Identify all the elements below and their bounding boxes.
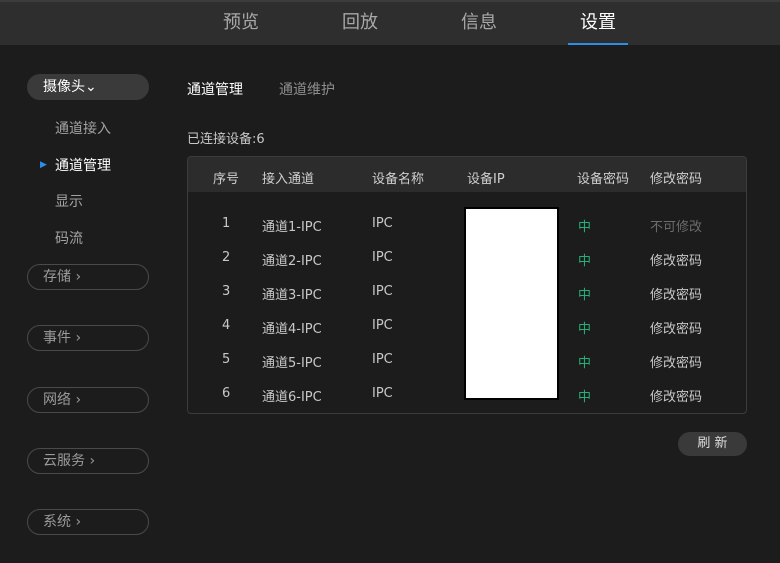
chevron-right-icon: › — [75, 392, 82, 408]
row-index: 6 — [222, 386, 231, 401]
tab-playback[interactable]: 回放 — [330, 2, 390, 45]
change-password-link[interactable]: 修改密码 — [650, 352, 702, 371]
channel-table: 序号 接入通道 设备名称 设备IP 设备密码 修改密码 1 通道1-IPC IP… — [187, 156, 747, 414]
header-device-name: 设备名称 — [372, 172, 425, 187]
sidebar-group-network-label: 网络 — [43, 392, 71, 408]
row-channel: 通道4-IPC — [262, 322, 322, 337]
table-header: 序号 接入通道 设备名称 设备IP 设备密码 修改密码 — [188, 157, 746, 192]
header-device-ip: 设备IP — [467, 172, 505, 187]
row-device-name: IPC — [372, 386, 393, 401]
refresh-button[interactable]: 刷 新 — [678, 432, 747, 456]
row-password-strength: 中 — [578, 390, 592, 405]
sidebar-item-display[interactable]: 显示 — [55, 193, 83, 211]
row-channel: 通道6-IPC — [262, 390, 322, 405]
triangle-right-icon: ▶ — [40, 160, 47, 170]
row-device-name: IPC — [372, 284, 393, 299]
row-index: 5 — [222, 352, 231, 367]
row-device-name: IPC — [372, 318, 393, 333]
sidebar-group-camera[interactable]: 摄像头⌄ — [27, 74, 149, 100]
sidebar-group-camera-label: 摄像头 — [43, 79, 85, 95]
row-password-strength: 中 — [578, 254, 592, 269]
connected-devices-count: 已连接设备:6 — [187, 132, 265, 147]
row-password-strength: 中 — [578, 356, 592, 371]
tab-info[interactable]: 信息 — [449, 2, 509, 45]
sidebar-group-cloud[interactable]: 云服务 › — [27, 448, 149, 474]
sidebar-group-storage[interactable]: 存储 › — [27, 264, 149, 290]
sidebar-item-channel-management[interactable]: 通道管理 — [55, 157, 111, 175]
sidebar-group-storage-label: 存储 — [43, 269, 71, 285]
row-index: 1 — [222, 216, 231, 231]
row-channel: 通道5-IPC — [262, 356, 322, 371]
row-password-strength: 中 — [578, 220, 592, 235]
chevron-right-icon: › — [75, 330, 82, 346]
row-device-name: IPC — [372, 250, 393, 265]
row-password-strength: 中 — [578, 288, 592, 303]
sidebar-item-stream[interactable]: 码流 — [55, 230, 83, 248]
header-device-password: 设备密码 — [577, 172, 630, 187]
row-password-strength: 中 — [578, 322, 592, 337]
sidebar-item-channel-access[interactable]: 通道接入 — [55, 120, 111, 138]
change-password-link[interactable]: 修改密码 — [650, 386, 702, 405]
sidebar-group-system-label: 系统 — [43, 514, 71, 530]
chevron-down-icon: ⌄ — [85, 79, 97, 95]
header-change-password: 修改密码 — [650, 172, 703, 187]
chevron-right-icon: › — [89, 453, 96, 469]
sidebar-group-event[interactable]: 事件 › — [27, 325, 149, 351]
row-channel: 通道3-IPC — [262, 288, 322, 303]
row-device-name: IPC — [372, 216, 393, 231]
sidebar-group-cloud-label: 云服务 — [43, 453, 85, 469]
sidebar-group-system[interactable]: 系统 › — [27, 509, 149, 535]
sidebar-group-network[interactable]: 网络 › — [27, 387, 149, 413]
row-index: 4 — [222, 318, 231, 333]
subtab-channel-management[interactable]: 通道管理 — [187, 79, 243, 99]
header-index: 序号 — [213, 172, 240, 187]
sidebar-group-event-label: 事件 — [43, 330, 71, 346]
top-nav-bar: 预览 回放 信息 设置 — [0, 0, 780, 45]
tab-preview[interactable]: 预览 — [211, 2, 271, 45]
row-channel: 通道2-IPC — [262, 254, 322, 269]
subtab-channel-maintenance[interactable]: 通道维护 — [279, 79, 335, 99]
change-password-link[interactable]: 修改密码 — [650, 250, 702, 269]
row-device-name: IPC — [372, 352, 393, 367]
row-change-password-disabled: 不可修改 — [650, 220, 703, 235]
row-channel: 通道1-IPC — [262, 220, 322, 235]
device-ip-redaction — [464, 207, 559, 400]
row-index: 3 — [222, 284, 231, 299]
tab-settings[interactable]: 设置 — [568, 2, 628, 45]
row-index: 2 — [222, 250, 231, 265]
change-password-link[interactable]: 修改密码 — [650, 318, 702, 337]
chevron-right-icon: › — [75, 514, 82, 530]
chevron-right-icon: › — [75, 269, 82, 285]
change-password-link[interactable]: 修改密码 — [650, 284, 702, 303]
header-channel: 接入通道 — [262, 172, 315, 187]
